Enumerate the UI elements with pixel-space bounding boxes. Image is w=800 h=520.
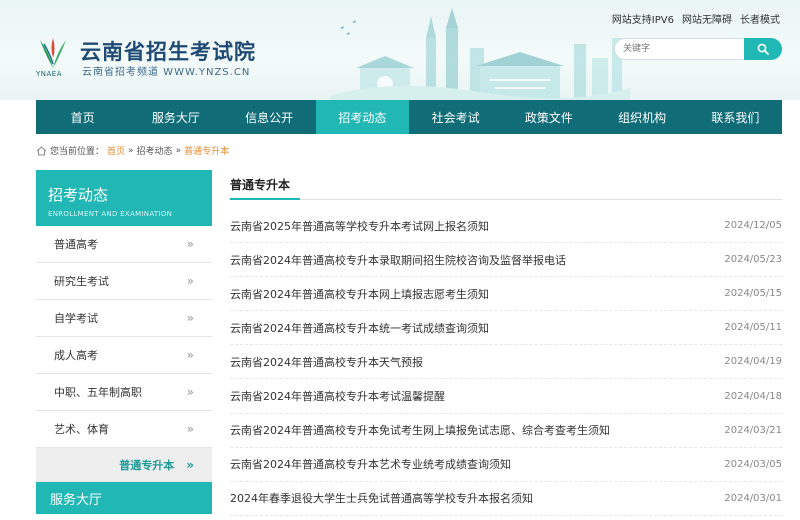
list-item[interactable]: 云南省2024年普通高校专升本统一考试成绩查询须知 2024/05/11 [230,311,782,346]
elder-mode-link[interactable]: 长者模式 [740,11,780,26]
list-item[interactable]: 云南省2024年普通高校专升本天气预报 2024/04/19 [230,345,782,380]
chevron-right-icon: » [186,457,194,472]
article-date: 2024/05/15 [724,288,782,300]
nav-home[interactable]: 首页 [36,100,129,134]
breadcrumb-separator: » [175,145,182,156]
article-title[interactable]: 云南省2024年普通高校专升本免试考生网上填报免试志愿、综合考查考生须知 [230,422,610,438]
article-date: 2024/05/23 [724,254,782,266]
site-logo-icon [40,38,66,68]
list-item[interactable]: 云南省2024年普通高校专升本录取期间招生院校咨询及监督举报电话 2024/05/… [230,243,782,278]
article-title[interactable]: 云南省2025年普通高等学校专升本考试网上报名须知 [230,218,489,234]
breadcrumb: 您当前位置： 首页 » 招考动态 » 普通专升本 [36,144,229,157]
sidebar-item-adult[interactable]: 成人高考 » [36,337,212,374]
article-title[interactable]: 云南省2024年普通高校专升本艺术专业统考成绩查询须知 [230,456,511,472]
search-box [614,38,782,60]
sidebar-header: 招考动态 ENROLLMENT AND EXAMINATION [36,170,212,226]
chevron-right-icon: » [186,274,194,288]
site-header: YNAEA 云南省招生考试院 云南省招考频道 WWW.YNZS.CN 网站支持I… [0,0,800,100]
sidebar-item-upgrade[interactable]: 普通专升本 » [36,448,212,482]
sidebar-item-label: 研究生考试 [54,275,109,288]
sidebar-item-vocational[interactable]: 中职、五年制高职 » [36,374,212,411]
article-date: 2024/03/21 [724,424,782,436]
nav-service-hall[interactable]: 服务大厅 [129,100,222,134]
site-title[interactable]: 云南省招生考试院 [80,36,256,66]
search-input[interactable] [614,38,744,60]
sidebar-service-hall[interactable]: 服务大厅 [36,482,212,514]
sidebar-item-label: 自学考试 [54,312,98,325]
sidebar-item-graduate[interactable]: 研究生考试 » [36,263,212,300]
title-divider [300,199,782,200]
chevron-right-icon: » [186,385,194,399]
chevron-right-icon: » [186,311,194,325]
nav-social-exams[interactable]: 社会考试 [409,100,502,134]
page-title: 普通专升本 [230,170,300,200]
site-subtitle: 云南省招考频道 WWW.YNZS.CN [82,67,251,78]
nav-exam-news[interactable]: 招考动态 [315,100,409,134]
list-item[interactable]: 云南省2024年普通高校专升本免试考生网上填报免试志愿、综合考查考生须知 2024… [230,414,782,448]
main-content: 普通专升本 云南省2025年普通高等学校专升本考试网上报名须知 2024/12/0… [230,170,782,516]
sidebar-item-art-sports[interactable]: 艺术、体育 » [36,411,212,448]
accessibility-link[interactable]: 网站无障碍 [682,11,732,26]
breadcrumb-separator: » [128,145,134,156]
list-item[interactable]: 云南省2024年普通高校专升本艺术专业统考成绩查询须知 2024/03/05 [230,448,782,482]
article-date: 2024/12/05 [724,220,782,232]
top-links: 网站支持IPV6 网站无障碍 长者模式 [612,11,780,26]
nav-contact[interactable]: 联系我们 [689,100,782,134]
sidebar-item-label: 中职、五年制高职 [54,386,142,399]
chevron-right-icon: » [186,348,194,362]
article-title[interactable]: 云南省2024年普通高校专升本天气预报 [230,354,423,370]
sidebar-item-label: 艺术、体育 [54,423,109,436]
sidebar-item-gaokao[interactable]: 普通高考 » [36,226,212,263]
sidebar-item-self-study[interactable]: 自学考试 » [36,300,212,337]
nav-policy-docs[interactable]: 政策文件 [502,100,595,134]
list-item[interactable]: 云南省2025年普通高等学校专升本考试网上报名须知 2024/12/05 [230,209,782,244]
article-title[interactable]: 2024年春季退役大学生士兵免试普通高等学校专升本报名须知 [230,490,533,506]
article-title[interactable]: 云南省2024年普通高校专升本网上填报志愿考生须知 [230,286,489,302]
logo-text: YNAEA [36,70,63,78]
article-date: 2024/03/05 [724,458,782,470]
sidebar-item-label: 普通高考 [54,238,98,251]
breadcrumb-section-link[interactable]: 招考动态 [137,144,173,157]
article-list: 云南省2025年普通高等学校专升本考试网上报名须知 2024/12/05 云南省20… [230,209,782,516]
search-icon [757,43,769,55]
chevron-right-icon: » [186,237,194,251]
nav-info-public[interactable]: 信息公开 [223,100,316,134]
ipv6-link[interactable]: 网站支持IPV6 [612,11,674,26]
nav-organization[interactable]: 组织机构 [596,100,689,134]
sidebar-title-en: ENROLLMENT AND EXAMINATION [48,210,173,218]
article-date: 2024/04/19 [724,356,782,368]
chevron-right-icon: » [186,422,194,436]
article-date: 2024/03/01 [724,492,782,504]
breadcrumb-label: 您当前位置： [50,147,105,157]
sidebar: 招考动态 ENROLLMENT AND EXAMINATION 普通高考 » 研… [36,170,212,514]
list-item[interactable]: 2024年春季退役大学生士兵免试普通高等学校专升本报名须知 2024/03/01 [230,482,782,516]
article-title[interactable]: 云南省2024年普通高校专升本考试温馨提醒 [230,388,445,404]
breadcrumb-home-link[interactable]: 首页 [107,144,125,157]
article-date: 2024/04/18 [724,390,782,402]
list-item[interactable]: 云南省2024年普通高校专升本网上填报志愿考生须知 2024/05/15 [230,277,782,312]
article-title[interactable]: 云南省2024年普通高校专升本统一考试成绩查询须知 [230,320,489,336]
sidebar-title: 招考动态 [48,186,109,204]
article-date: 2024/05/11 [724,322,782,334]
article-title[interactable]: 云南省2024年普通高校专升本录取期间招生院校咨询及监督举报电话 [230,252,566,268]
sidebar-item-label: 普通专升本 [119,458,175,472]
sidebar-item-label: 成人高考 [54,349,98,362]
search-button[interactable] [744,38,782,60]
main-nav: 首页 服务大厅 信息公开 招考动态 社会考试 政策文件 组织机构 联系我们 [36,100,782,134]
breadcrumb-current: 普通专升本 [184,147,230,157]
skyline-illustration-icon [330,8,630,100]
list-item[interactable]: 云南省2024年普通高校专升本考试温馨提醒 2024/04/18 [230,379,782,414]
home-icon [36,145,47,155]
